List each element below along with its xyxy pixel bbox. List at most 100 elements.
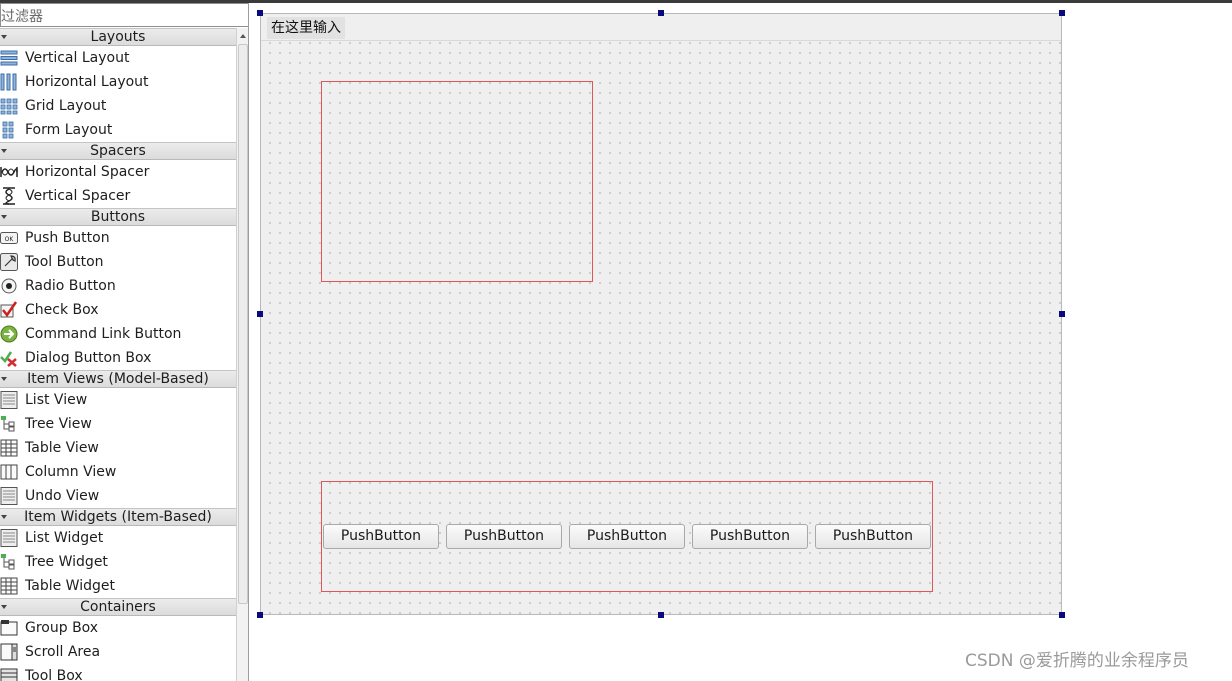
widget-item[interactable]: Dialog Button Box	[0, 346, 236, 370]
expand-arrow-icon[interactable]	[1, 215, 7, 219]
widget-item[interactable]: Scroll Area	[0, 640, 236, 664]
vertical-spacer-icon	[0, 187, 18, 205]
tool-button-icon	[0, 253, 18, 271]
category-header[interactable]: Buttons	[0, 208, 236, 226]
widget-item-label: Horizontal Spacer	[25, 164, 150, 180]
push-button-2[interactable]: PushButton	[446, 524, 562, 549]
widget-item-label: List Widget	[25, 530, 104, 546]
expand-arrow-icon[interactable]	[1, 515, 7, 519]
radio-button-icon	[0, 277, 18, 295]
widget-item-label: Tool Box	[25, 668, 83, 681]
category-header[interactable]: Item Widgets (Item-Based)	[0, 508, 236, 526]
widget-item-label: Check Box	[25, 302, 99, 318]
list-widget-icon	[0, 529, 18, 547]
widget-item[interactable]: Grid Layout	[0, 94, 236, 118]
widget-item[interactable]: Table View	[0, 436, 236, 460]
widget-item[interactable]: OK Push Button	[0, 226, 236, 250]
form-canvas[interactable]: 在这里输入 PushButton PushButton PushButton P…	[260, 13, 1062, 615]
category-title: Item Views (Model-Based)	[27, 371, 209, 387]
widget-item-label: Grid Layout	[25, 98, 107, 114]
widget-item[interactable]: Group Box	[0, 616, 236, 640]
category-title: Layouts	[90, 29, 146, 45]
widget-item-label: Command Link Button	[25, 326, 182, 342]
widget-item[interactable]: List Widget	[0, 526, 236, 550]
push-button-4[interactable]: PushButton	[692, 524, 808, 549]
widget-item-label: Push Button	[25, 230, 110, 246]
widget-item[interactable]: Column View	[0, 460, 236, 484]
widget-item-label: Group Box	[25, 620, 99, 636]
widget-item-label: Horizontal Layout	[25, 74, 149, 90]
widget-list-scrollbar[interactable]	[236, 28, 248, 681]
widget-item[interactable]: Command Link Button	[0, 322, 236, 346]
widget-item-label: Undo View	[25, 488, 100, 504]
widget-item[interactable]: Horizontal Spacer	[0, 160, 236, 184]
widget-item[interactable]: Vertical Layout	[0, 46, 236, 70]
resize-handle-bottom-left[interactable]	[257, 612, 263, 618]
widget-item-label: Table Widget	[25, 578, 115, 594]
list-view-icon	[0, 391, 18, 409]
horizontal-layout-box[interactable]: PushButton PushButton PushButton PushBut…	[321, 481, 933, 592]
resize-handle-top-left[interactable]	[257, 10, 263, 16]
command-link-icon	[0, 325, 18, 343]
scrollbar-thumb[interactable]	[238, 44, 248, 604]
filter-input[interactable]: 过滤器	[0, 3, 248, 27]
dialog-button-box-icon	[0, 349, 18, 367]
widget-item[interactable]: Undo View	[0, 484, 236, 508]
widget-item[interactable]: Horizontal Layout	[0, 70, 236, 94]
category-header[interactable]: Spacers	[0, 142, 236, 160]
resize-handle-top-right[interactable]	[1059, 10, 1065, 16]
widget-item-label: List View	[25, 392, 88, 408]
widget-item-label: Dialog Button Box	[25, 350, 152, 366]
push-button-5[interactable]: PushButton	[815, 524, 931, 549]
category-title: Containers	[80, 599, 156, 615]
push-button-1[interactable]: PushButton	[323, 524, 439, 549]
scroll-up-arrow-icon[interactable]	[240, 34, 246, 38]
widget-item[interactable]: Radio Button	[0, 274, 236, 298]
widget-item-label: Tree Widget	[25, 554, 108, 570]
check-box-icon	[0, 301, 18, 319]
widget-item[interactable]: List View	[0, 388, 236, 412]
widget-item[interactable]: Tool Box	[0, 664, 236, 681]
expand-arrow-icon[interactable]	[1, 605, 7, 609]
category-header[interactable]: Containers	[0, 598, 236, 616]
widget-list: Layouts Vertical Layout Horizontal Layout G…	[0, 28, 236, 681]
widget-item-label: Vertical Layout	[25, 50, 130, 66]
category-header[interactable]: Layouts	[0, 28, 236, 46]
widget-item-label: Tree View	[25, 416, 92, 432]
horizontal-layout-icon	[0, 73, 18, 91]
group-box-icon	[0, 619, 18, 637]
resize-handle-bottom[interactable]	[658, 612, 664, 618]
expand-arrow-icon[interactable]	[1, 149, 7, 153]
vertical-layout-icon	[0, 49, 18, 67]
expand-arrow-icon[interactable]	[1, 35, 7, 39]
widget-item[interactable]: Vertical Spacer	[0, 184, 236, 208]
widget-item[interactable]: Tree View	[0, 412, 236, 436]
resize-handle-right[interactable]	[1059, 311, 1065, 317]
form-layout-icon	[0, 121, 18, 139]
resize-handle-left[interactable]	[257, 311, 263, 317]
push-button-3[interactable]: PushButton	[569, 524, 685, 549]
widget-item[interactable]: Tool Button	[0, 250, 236, 274]
category-header[interactable]: Item Views (Model-Based)	[0, 370, 236, 388]
tree-view-icon	[0, 415, 18, 433]
widget-item-label: Tool Button	[25, 254, 104, 270]
resize-handle-bottom-right[interactable]	[1059, 612, 1065, 618]
menu-type-here-placeholder[interactable]: 在这里输入	[267, 17, 345, 39]
category-title: Buttons	[90, 209, 146, 225]
tree-widget-icon	[0, 553, 18, 571]
widget-item[interactable]: Table Widget	[0, 574, 236, 598]
expand-arrow-icon[interactable]	[1, 377, 7, 381]
widget-item-label: Radio Button	[25, 278, 116, 294]
menu-bar[interactable]: 在这里输入	[261, 14, 1061, 41]
widget-item[interactable]: Tree Widget	[0, 550, 236, 574]
widget-item[interactable]: Check Box	[0, 298, 236, 322]
horizontal-spacer-icon	[0, 163, 18, 181]
widget-item[interactable]: Form Layout	[0, 118, 236, 142]
scroll-area-icon	[0, 643, 18, 661]
table-widget-icon	[0, 577, 18, 595]
category-title: Spacers	[90, 143, 146, 159]
widget-item-label: Scroll Area	[25, 644, 101, 660]
resize-handle-top[interactable]	[658, 10, 664, 16]
empty-layout-box[interactable]	[321, 81, 593, 282]
widget-item-label: Table View	[25, 440, 99, 456]
